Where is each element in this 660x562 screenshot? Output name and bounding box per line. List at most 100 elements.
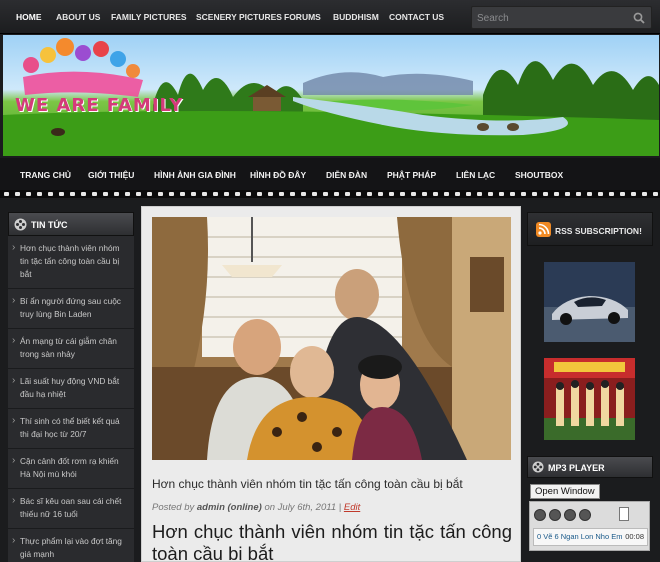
track-name: 0 Vẽ 6 Ngan Lon Nho Em	[537, 532, 623, 541]
film-reel-icon	[14, 218, 27, 231]
nav-gioi-thieu[interactable]: GIỚI THIỆU	[88, 170, 134, 180]
film-perforation	[103, 192, 108, 196]
nav-scenery-pictures[interactable]: SCENERY PICTURES	[196, 12, 282, 22]
film-perforation	[268, 192, 273, 196]
news-widget-title: TIN TỨC	[31, 220, 68, 230]
nav-trang-chu[interactable]: TRANG CHỦ	[20, 170, 71, 180]
nav-family-pictures[interactable]: FAMILY PICTURES	[111, 12, 187, 22]
nav-home[interactable]: HOME	[16, 12, 42, 22]
film-perforation	[191, 192, 196, 196]
film-perforation	[455, 192, 460, 196]
nav-lien-lac[interactable]: LIÊN LẠC	[456, 170, 495, 180]
film-perforation	[290, 192, 295, 196]
film-perforation	[334, 192, 339, 196]
main-content: Hơn chục thành viên nhóm tin tặc tấn côn…	[141, 206, 521, 562]
main-navigation: TRANG CHỦ GIỚI THIỆU HÌNH ẢNH GIA ĐÌNH H…	[0, 158, 660, 190]
film-perforation	[565, 192, 570, 196]
news-item[interactable]: Bí ẩn người đứng sau cuộc truy lùng Bin …	[8, 289, 134, 329]
nav-dien-dan[interactable]: DIỄN ĐÀN	[326, 170, 367, 180]
film-perforation	[444, 192, 449, 196]
event-thumbnail[interactable]	[544, 358, 635, 440]
film-perforation	[543, 192, 548, 196]
car-thumbnail[interactable]	[544, 262, 635, 342]
film-perforation	[400, 192, 405, 196]
nav-about-us[interactable]: ABOUT US	[56, 12, 100, 22]
film-perforation	[224, 192, 229, 196]
car-image	[544, 262, 635, 342]
previous-icon[interactable]	[534, 509, 546, 521]
mp3-player: 0 Vẽ 6 Ngan Lon Nho Em 00:08	[529, 501, 650, 551]
news-list: Hơn chục thành viên nhóm tin tặc tấn côn…	[8, 236, 134, 562]
film-perforation	[257, 192, 262, 196]
film-perforation	[367, 192, 372, 196]
news-item[interactable]: Thực phẩm lại vào đợt tăng giá mạnh	[8, 529, 134, 562]
rss-icon	[536, 222, 551, 237]
nav-contact-us[interactable]: CONTACT US	[389, 12, 444, 22]
nav-phat-phap[interactable]: PHẬT PHÁP	[387, 170, 436, 180]
film-perforation	[389, 192, 394, 196]
film-perforation	[169, 192, 174, 196]
news-item[interactable]: Lãi suất huy động VND bắt đầu hạ nhiệt	[8, 369, 134, 409]
film-perforation	[213, 192, 218, 196]
open-window-button[interactable]: Open Window	[530, 484, 600, 499]
news-item[interactable]: Hơn chục thành viên nhóm tin tặc tấn côn…	[8, 236, 134, 289]
news-sidebar: TIN TỨC Hơn chục thành viên nhóm tin tặc…	[8, 212, 134, 562]
news-widget-header: TIN TỨC	[8, 212, 134, 236]
film-perforation	[279, 192, 284, 196]
film-perforation	[499, 192, 504, 196]
event-image	[544, 358, 635, 440]
news-item[interactable]: Bác sĩ kêu oan sau cái chết thiếu nữ 16 …	[8, 489, 134, 529]
mp3-widget-header: MP3 PLAYER	[527, 456, 653, 478]
film-perforation	[521, 192, 526, 196]
film-perforation	[422, 192, 427, 196]
film-perforation	[180, 192, 185, 196]
post-title[interactable]: Hơn chục thành viên nhóm tin tặc tấn côn…	[152, 477, 512, 491]
news-item[interactable]: Thí sinh có thể biết kết quả thi đại học…	[8, 409, 134, 449]
film-perforation	[246, 192, 251, 196]
film-perforation	[642, 192, 647, 196]
nav-shoutbox[interactable]: SHOUTBOX	[515, 170, 563, 180]
film-perforation	[37, 192, 42, 196]
film-perforation	[356, 192, 361, 196]
film-perforation	[653, 192, 658, 196]
film-perforation	[576, 192, 581, 196]
film-perforation	[81, 192, 86, 196]
film-perforation	[15, 192, 20, 196]
next-icon[interactable]	[579, 509, 591, 521]
stop-icon[interactable]	[564, 509, 576, 521]
nav-hinh-anh-gia-dinh[interactable]: HÌNH ẢNH GIA ĐÌNH	[154, 170, 236, 180]
track-display: 0 Vẽ 6 Ngan Lon Nho Em 00:08	[533, 528, 648, 546]
film-perforation	[202, 192, 207, 196]
film-perforation	[345, 192, 350, 196]
news-item[interactable]: Án mạng từ cái giẫm chân trong sàn nhảy	[8, 329, 134, 369]
top-navigation: HOME ABOUT US FAMILY PICTURES SCENERY PI…	[0, 0, 660, 34]
film-reel-icon	[532, 461, 544, 473]
film-perforation	[158, 192, 163, 196]
search-input[interactable]	[477, 11, 627, 25]
nav-forums[interactable]: FORUMS	[284, 12, 321, 22]
track-time: 00:08	[625, 532, 644, 541]
post-meta: Posted by admin (online) on July 6th, 20…	[152, 502, 512, 513]
nav-hinh-do-day[interactable]: HÌNH ĐỒ ĐÂY	[250, 170, 306, 180]
family-photo-image	[152, 217, 511, 460]
film-perforation	[114, 192, 119, 196]
rss-widget-title: RSS SUBSCRIPTION!	[555, 226, 642, 236]
film-perforation	[587, 192, 592, 196]
film-perforation	[323, 192, 328, 196]
family-photo[interactable]	[152, 217, 511, 460]
post-author[interactable]: admin (online)	[197, 502, 262, 513]
nav-buddhism[interactable]: BUDDHISM	[333, 12, 379, 22]
news-item[interactable]: Cận cảnh đốt rơm rạ khiến Hà Nội mù khói	[8, 449, 134, 489]
film-perforation	[631, 192, 636, 196]
edit-link[interactable]: Edit	[344, 502, 360, 513]
film-perforation	[554, 192, 559, 196]
film-perforation	[136, 192, 141, 196]
meta-prefix: Posted by	[152, 502, 195, 513]
rss-widget-header[interactable]: RSS SUBSCRIPTION!	[527, 212, 653, 246]
post-headline: Hơn chục thành viên nhóm tin tặc tấn côn…	[152, 521, 512, 562]
search-icon[interactable]	[633, 12, 645, 24]
film-perforation	[598, 192, 603, 196]
film-perforation	[609, 192, 614, 196]
volume-slider[interactable]	[619, 507, 629, 521]
play-icon[interactable]	[549, 509, 561, 521]
